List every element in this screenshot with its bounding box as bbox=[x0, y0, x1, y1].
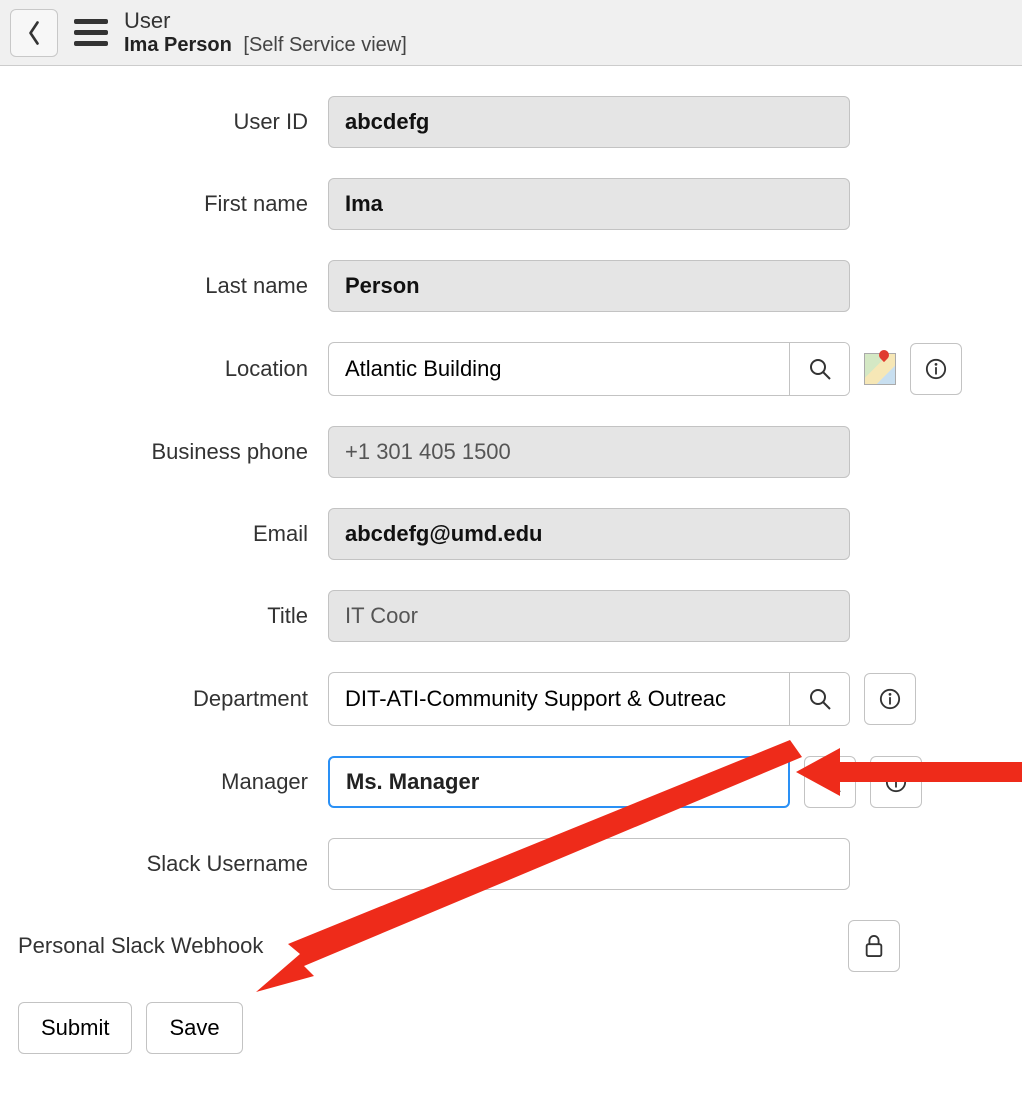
webhook-lock-button[interactable] bbox=[848, 920, 900, 972]
manager-search-button[interactable] bbox=[804, 756, 856, 808]
label-user-id: User ID bbox=[18, 109, 318, 135]
department-search-button[interactable] bbox=[789, 673, 849, 725]
location-lookup[interactable] bbox=[328, 342, 850, 396]
user-id-field bbox=[328, 96, 850, 148]
label-location: Location bbox=[18, 356, 318, 382]
label-department: Department bbox=[18, 686, 318, 712]
chevron-left-icon bbox=[25, 19, 43, 47]
back-button[interactable] bbox=[10, 9, 58, 57]
lock-icon bbox=[863, 933, 885, 959]
label-slack-username: Slack Username bbox=[18, 851, 318, 877]
location-input[interactable] bbox=[329, 343, 789, 395]
map-icon[interactable] bbox=[864, 353, 896, 385]
manager-input[interactable] bbox=[328, 756, 790, 808]
label-manager: Manager bbox=[18, 769, 318, 795]
submit-button[interactable]: Submit bbox=[18, 1002, 132, 1054]
department-input[interactable] bbox=[329, 673, 789, 725]
location-info-button[interactable] bbox=[910, 343, 962, 395]
label-title: Title bbox=[18, 603, 318, 629]
first-name-field bbox=[328, 178, 850, 230]
view-mode: [Self Service view] bbox=[243, 34, 406, 56]
menu-button[interactable] bbox=[72, 15, 110, 50]
department-lookup[interactable] bbox=[328, 672, 850, 726]
email-field bbox=[328, 508, 850, 560]
label-email: Email bbox=[18, 521, 318, 547]
label-business-phone: Business phone bbox=[18, 439, 318, 465]
title-field bbox=[328, 590, 850, 642]
info-icon bbox=[885, 771, 907, 793]
info-icon bbox=[879, 688, 901, 710]
slack-username-input[interactable] bbox=[328, 838, 850, 890]
label-slack-webhook: Personal Slack Webhook bbox=[18, 933, 318, 959]
search-icon bbox=[818, 770, 842, 794]
record-name: Ima Person bbox=[124, 34, 232, 56]
search-icon bbox=[808, 687, 832, 711]
save-button[interactable]: Save bbox=[146, 1002, 242, 1054]
header-subtitle: Ima Person [Self Service view] bbox=[124, 34, 407, 57]
page-header: User Ima Person [Self Service view] bbox=[0, 0, 1022, 66]
manager-info-button[interactable] bbox=[870, 756, 922, 808]
department-info-button[interactable] bbox=[864, 673, 916, 725]
user-form: User ID First name Last name Location bbox=[0, 66, 1022, 992]
label-first-name: First name bbox=[18, 191, 318, 217]
header-text: User Ima Person [Self Service view] bbox=[124, 8, 407, 57]
page-title: User bbox=[124, 8, 407, 34]
label-last-name: Last name bbox=[18, 273, 318, 299]
business-phone-field bbox=[328, 426, 850, 478]
form-actions: Submit Save bbox=[0, 1002, 1022, 1078]
info-icon bbox=[925, 358, 947, 380]
search-icon bbox=[808, 357, 832, 381]
location-search-button[interactable] bbox=[789, 343, 849, 395]
last-name-field bbox=[328, 260, 850, 312]
